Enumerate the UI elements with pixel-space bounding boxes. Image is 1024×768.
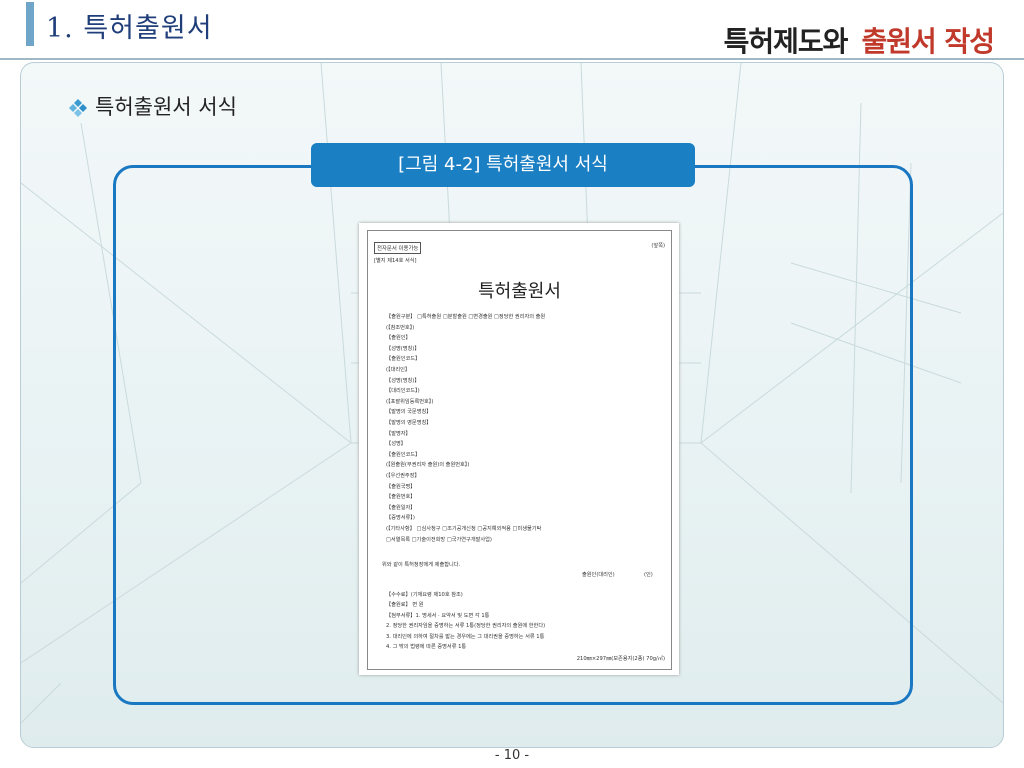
form-fee-line: 2. 정당한 권리자임을 증명하는 서류 1통(정당한 권리자의 출원에 한한다… <box>386 623 546 630</box>
electronic-doc-badge: 전자문서 이용가능 <box>374 242 422 254</box>
patent-application-form-image: 전자문서 이용가능 (앞쪽) [별지 제14호 서식] 특허출원서 【출원구분】… <box>359 223 679 675</box>
form-field-line: 【증명서류】) <box>386 515 415 522</box>
form-field-line: (【참조번호】) <box>386 324 415 331</box>
form-field-line: (【원출원(무권리자 출원)의 출원번호】) <box>386 462 470 469</box>
form-field-line: (【기타사항】 □심사청구 □조기공개신청 □공지예외적용 □미생물기탁 <box>386 526 542 532</box>
slide-header: 1. 특허출원서 특허제도와 출원서 작성 <box>0 0 1024 60</box>
form-field-line: □서열목록 □기술이전희망 □국가연구개발사업) <box>386 536 492 543</box>
form-field-line: 【성명(명칭)】 <box>386 345 420 352</box>
form-number: [별지 제14호 서식] <box>374 258 417 264</box>
header-topic-part1: 특허제도와 <box>723 25 849 58</box>
header-topic-part2: 출원서 작성 <box>861 25 995 58</box>
form-field-line: 【출원인코드】 <box>386 451 421 458</box>
form-field-line: 【대리인코드】) <box>386 388 420 395</box>
form-fee-line: 【첨부서류】1. 명세서 · 요약서 및 도면 각 1통 <box>386 612 490 619</box>
form-field-line: 【출원일자】 <box>386 504 416 511</box>
form-field-line: 【발명의 영문명칭】 <box>386 420 432 426</box>
form-field-line: 【출원국명】 <box>386 483 416 490</box>
form-field-line: (【포괄위임등록번호】) <box>386 398 434 405</box>
header-divider <box>0 58 1024 60</box>
form-field-line: (【우선권주장】 <box>386 473 420 479</box>
form-border: 전자문서 이용가능 (앞쪽) [별지 제14호 서식] 특허출원서 【출원구분】… <box>367 230 672 670</box>
slide-title: 1. 특허출원서 <box>46 13 213 44</box>
four-diamond-bullet-icon <box>69 99 87 117</box>
form-field-line: 【성명】 <box>386 441 406 448</box>
form-field-line: (【대리인】 <box>386 367 411 373</box>
form-fee-line: 4. 그 밖의 법령에 따른 증명서류 1통 <box>386 644 467 650</box>
page-number: - 10 - <box>494 748 530 763</box>
figure-caption: [그림 4-2] 특허출원서 서식 <box>311 143 695 187</box>
content-panel: 특허출원서 서식 [그림 4-2] 특허출원서 서식 전자문서 이용가능 (앞쪽… <box>20 62 1004 748</box>
form-fee-line: 【수수료】(기재요령 제10호 참조) <box>386 592 463 598</box>
form-fee-line: 3. 대리인에 의하여 절차를 밟는 경우에는 그 대리권을 증명하는 서류 1… <box>386 633 545 640</box>
form-fee-line: 【출원료】 면 원 <box>386 602 424 609</box>
form-field-line: 【발명자】 <box>386 430 411 437</box>
header-accent-bar <box>26 2 34 46</box>
form-field-line: 【출원인코드】 <box>386 356 421 363</box>
form-field-line: 【출원번호】 <box>386 494 416 501</box>
form-seal: (인) <box>644 572 653 578</box>
form-title: 특허출원서 <box>478 281 561 302</box>
form-applicant-sign: 출원인(대리인) <box>582 572 615 578</box>
header-topic-title: 특허제도와 출원서 작성 <box>723 20 995 60</box>
section-subtitle: 특허출원서 서식 <box>95 95 237 119</box>
form-page-side: (앞쪽) <box>651 243 665 249</box>
form-field-line: 【출원인】 <box>386 335 411 342</box>
form-field-line: 【출원구분】 □특허출원 □분할출원 □변경출원 □정당한 권리자의 출원 <box>386 314 546 320</box>
form-declaration: 위와 같이 특허청장에게 제출합니다. <box>382 562 461 568</box>
form-paper-spec: 210㎜×297㎜(보존용지(2종) 70g/㎡) <box>576 656 665 662</box>
form-field-line: 【성명(명칭)】 <box>386 377 420 384</box>
form-field-line: 【발명의 국문명칭】 <box>386 409 432 416</box>
